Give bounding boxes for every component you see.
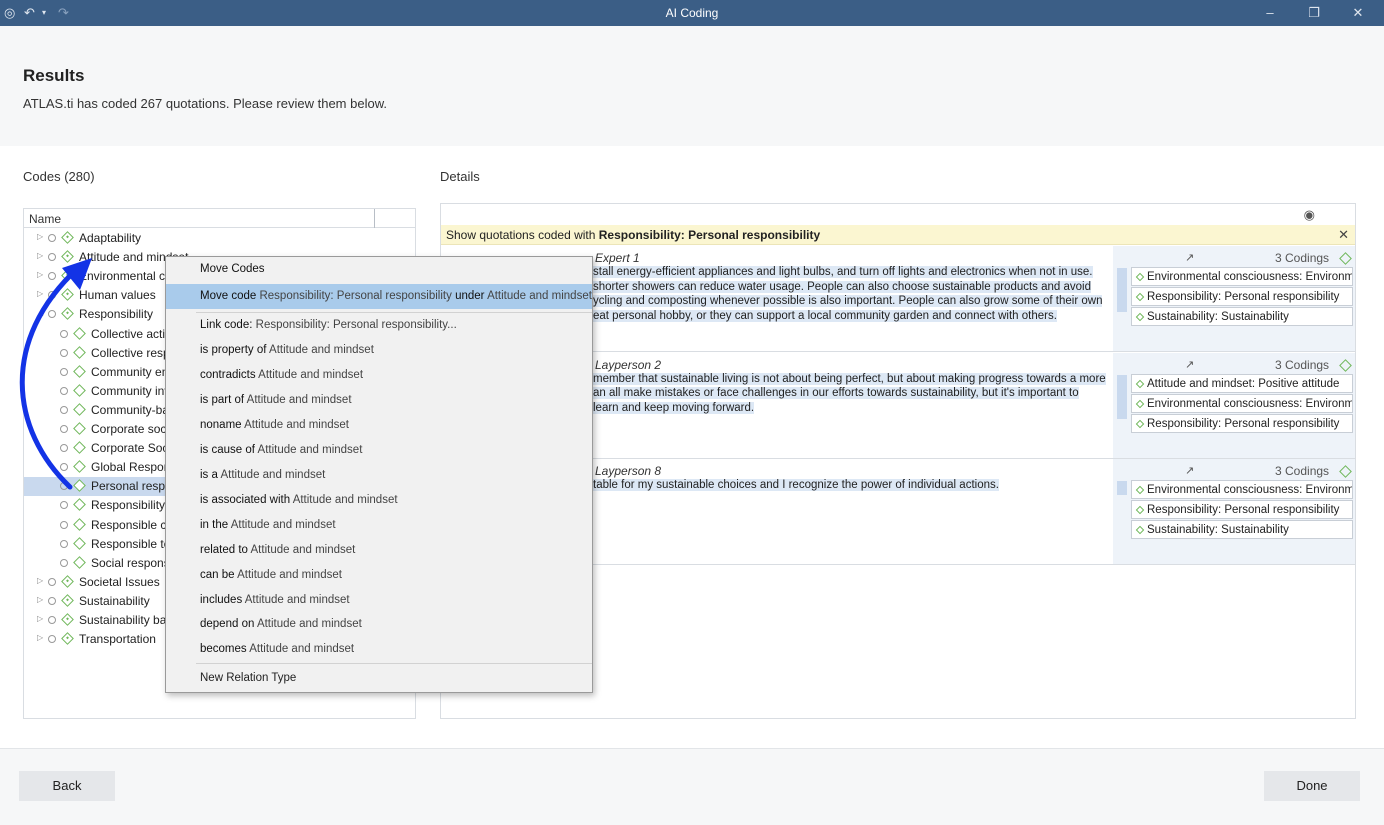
annotation-arrow — [19, 258, 92, 490]
